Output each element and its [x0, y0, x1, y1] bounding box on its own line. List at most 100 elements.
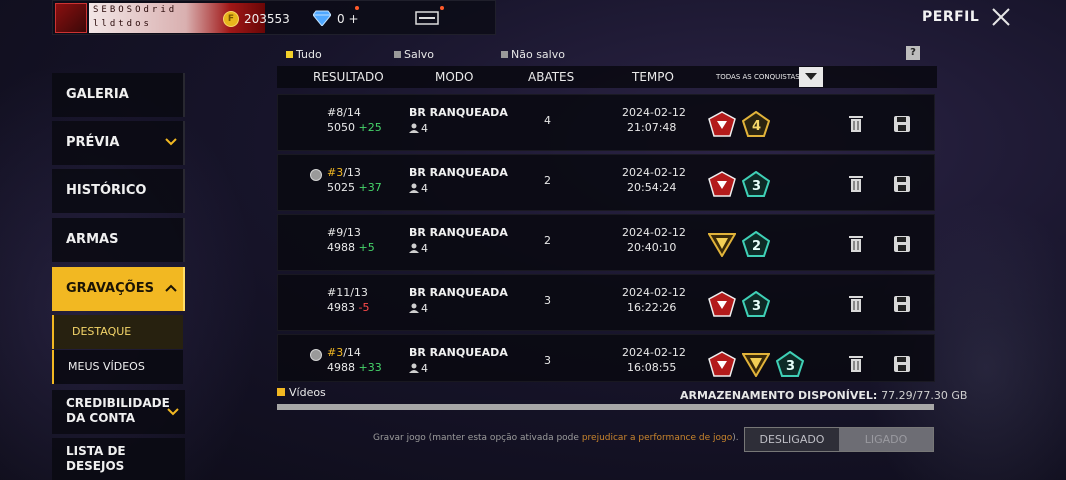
column-header-time: TEMPO: [632, 70, 674, 84]
rank-points: 4988 +33: [327, 361, 382, 374]
table-row[interactable]: #3/13 5025 +37 BR RANQUEADA 4 2 2024-02-…: [277, 154, 935, 211]
save-icon[interactable]: [893, 175, 911, 193]
gold-amount: 203553: [244, 12, 290, 26]
match-rank: #11/13: [327, 286, 368, 299]
match-mode: BR RANQUEADA: [409, 226, 508, 239]
storage-progress-fill: [277, 404, 934, 410]
notification-dot: [355, 6, 359, 10]
filter-label: Tudo: [296, 48, 322, 61]
sidebar-item-label: GRAVAÇÕES: [66, 281, 154, 296]
sidebar-item-label: DA CONTA: [66, 411, 136, 425]
close-icon[interactable]: [990, 6, 1012, 28]
trash-icon[interactable]: [848, 294, 864, 313]
nickname-secondary: lldtdos: [93, 19, 152, 29]
filter-saved[interactable]: Salvo: [394, 48, 434, 61]
table-row[interactable]: #8/14 5050 +25 BR RANQUEADA 4 4 2024-02-…: [277, 94, 935, 151]
squad-size: 4: [409, 182, 428, 195]
rank-points: 4983 -5: [327, 301, 370, 314]
filter-label: Não salvo: [511, 48, 565, 61]
videos-label: Vídeos: [277, 386, 326, 399]
record-game-toggle[interactable]: DESLIGADO LIGADO: [744, 427, 934, 452]
match-rank: #8/14: [327, 106, 361, 119]
trash-icon[interactable]: [848, 174, 864, 193]
player-info-bar[interactable]: SEBOSOdrid lldtdos F 203553 0 +: [52, 0, 496, 35]
vault-icon[interactable]: [415, 10, 439, 26]
chevron-up-icon: [165, 284, 177, 292]
svg-text:3: 3: [786, 359, 795, 374]
trash-icon[interactable]: [848, 234, 864, 253]
match-date: 2024-02-12: [622, 166, 686, 179]
achievements-filter-label: TODAS AS CONQUISTAS: [716, 73, 800, 81]
chevron-down-icon: [165, 138, 177, 146]
toggle-on-option[interactable]: LIGADO: [839, 428, 933, 451]
achievement-badge-icon: 3: [742, 291, 770, 317]
rank-points: 5050 +25: [327, 121, 382, 134]
sidebar-item-preview[interactable]: PRÉVIA: [52, 121, 185, 165]
diamond-amount[interactable]: 0 +: [337, 12, 359, 26]
record-game-hint: Gravar jogo (manter esta opção ativada p…: [373, 433, 739, 443]
person-icon: [409, 303, 419, 313]
sidebar-item-recordings[interactable]: GRAVAÇÕES: [52, 267, 185, 311]
match-date: 2024-02-12: [622, 226, 686, 239]
achievement-badge-icon: [708, 111, 736, 137]
sidebar-subitem-highlight[interactable]: DESTAQUE: [52, 315, 183, 349]
match-time: 16:08:55: [627, 361, 677, 374]
kill-count: 2: [544, 174, 551, 187]
kill-count: 3: [544, 294, 551, 307]
squad-size: 4: [409, 302, 428, 315]
radio-icon: [501, 51, 508, 58]
squad-size: 4: [409, 362, 428, 375]
achievements-dropdown[interactable]: [799, 67, 823, 87]
match-mode: BR RANQUEADA: [409, 166, 508, 179]
match-rank: #3/14: [327, 346, 361, 359]
svg-text:3: 3: [752, 179, 761, 194]
save-icon[interactable]: [893, 115, 911, 133]
table-header: RESULTADO MODO ABATES TEMPO TODAS AS CON…: [277, 66, 937, 88]
table-row[interactable]: #9/13 4988 +5 BR RANQUEADA 4 2 2024-02-1…: [277, 214, 935, 271]
match-time: 21:07:48: [627, 121, 677, 134]
profile-title: PERFIL: [922, 9, 980, 25]
match-rank: #3/13: [327, 166, 361, 179]
rank-points: 5025 +37: [327, 181, 382, 194]
filter-bar: Tudo Salvo Não salvo ?: [277, 44, 937, 64]
achievement-badge-icon: [708, 351, 736, 377]
sidebar-item-account-credibility[interactable]: CREDIBILIDADE DA CONTA: [52, 390, 185, 434]
filter-unsaved[interactable]: Não salvo: [501, 48, 565, 61]
table-row[interactable]: #3/14 4988 +33 BR RANQUEADA 4 3 2024-02-…: [277, 334, 935, 382]
sidebar-item-history[interactable]: HISTÓRICO: [52, 169, 185, 213]
match-mode: BR RANQUEADA: [409, 286, 508, 299]
chevron-down-icon: [167, 408, 179, 416]
match-mode: BR RANQUEADA: [409, 346, 508, 359]
squad-size: 4: [409, 242, 428, 255]
gold-coin-icon: F: [223, 11, 239, 27]
sidebar-item-label: CREDIBILIDADE: [66, 396, 170, 410]
save-icon[interactable]: [893, 295, 911, 313]
filter-all[interactable]: Tudo: [286, 48, 322, 61]
radio-icon: [394, 51, 401, 58]
save-icon[interactable]: [893, 355, 911, 373]
avatar[interactable]: [55, 3, 87, 33]
svg-text:2: 2: [752, 239, 761, 254]
column-header-kills: ABATES: [528, 70, 575, 84]
storage-info: ARMAZENAMENTO DISPONÍVEL: 77.29/77.30 GB: [680, 389, 967, 402]
help-icon[interactable]: ?: [906, 46, 920, 60]
save-icon[interactable]: [893, 235, 911, 253]
trash-icon[interactable]: [848, 354, 864, 373]
sidebar-item-weapons[interactable]: ARMAS: [52, 218, 185, 262]
rank-points: 4988 +5: [327, 241, 375, 254]
achievement-badge-icon: [742, 353, 770, 377]
sidebar-item-label: GALERIA: [66, 87, 129, 102]
nickname: SEBOSOdrid: [93, 5, 178, 15]
table-row[interactable]: #11/13 4983 -5 BR RANQUEADA 4 3 2024-02-…: [277, 274, 935, 331]
sidebar-item-label: LISTA DE: [66, 444, 126, 458]
section-marker-icon: [277, 388, 285, 396]
sidebar-subitem-label: MEUS VÍDEOS: [68, 360, 145, 373]
filter-label: Salvo: [404, 48, 435, 61]
toggle-off-option[interactable]: DESLIGADO: [745, 428, 839, 451]
achievement-badge-icon: [708, 171, 736, 197]
sidebar-item-gallery[interactable]: GALERIA: [52, 73, 185, 117]
person-icon: [409, 123, 419, 133]
trash-icon[interactable]: [848, 114, 864, 133]
sidebar-subitem-my-videos[interactable]: MEUS VÍDEOS: [52, 350, 183, 384]
sidebar-item-wishlist[interactable]: LISTA DE DESEJOS: [52, 438, 185, 480]
